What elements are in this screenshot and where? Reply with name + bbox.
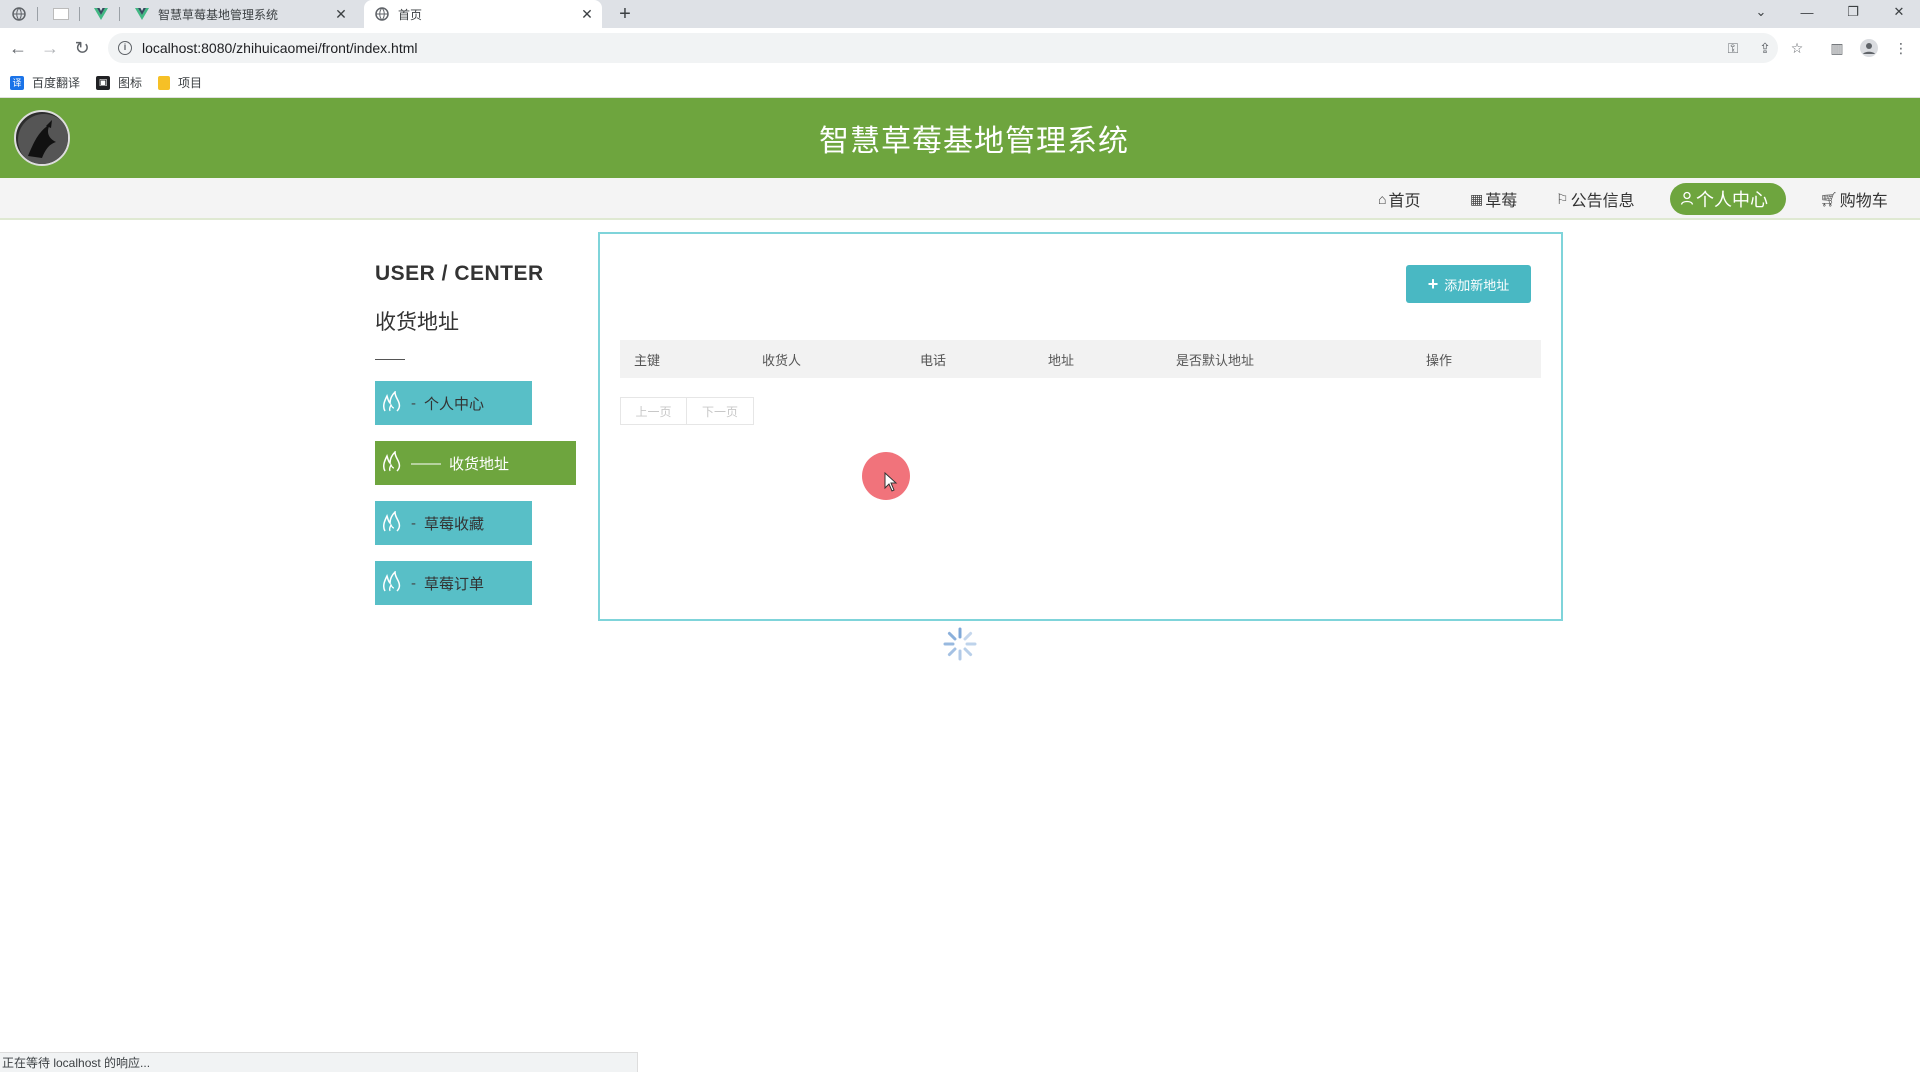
site-nav: ⌂ 首页 ▦ 草莓 ⚐ 公告信息 个人中心 🛒︎ 购物车: [0, 178, 1920, 220]
bookmark-label: 项目: [178, 76, 203, 90]
tab-title: 智慧草莓基地管理系统: [158, 7, 279, 22]
user-icon: [1680, 191, 1694, 208]
nav-label: 首页: [1388, 193, 1421, 210]
minimize-icon[interactable]: —: [1784, 0, 1830, 24]
next-page-button[interactable]: 下一页: [687, 397, 754, 425]
vue-icon: [135, 8, 149, 20]
side-panel-icon[interactable]: ▥: [1828, 39, 1846, 57]
profile-icon[interactable]: [1860, 39, 1878, 57]
tab-search-icon[interactable]: ⌄: [1738, 0, 1784, 24]
mouse-pointer-icon: [884, 472, 898, 492]
address-table-header: 主键 收货人 电话 地址 是否默认地址 操作: [620, 340, 1541, 378]
column-header-address: 地址: [1048, 352, 1075, 368]
nav-label: 购物车: [1839, 193, 1888, 210]
add-address-button[interactable]: + 添加新地址: [1406, 265, 1531, 303]
plus-icon: +: [1427, 273, 1439, 294]
nav-label: 个人中心: [1696, 190, 1768, 210]
nav-label: 草莓: [1485, 193, 1518, 210]
nav-item-cart[interactable]: 🛒︎ 购物车: [1816, 183, 1892, 215]
browser-tab-strip: 智慧草莓基地管理系统 ✕ 首页 ✕ + ⌄ — ❐ ✕: [0, 0, 1920, 28]
close-tab-icon[interactable]: ✕: [332, 5, 350, 23]
bookmark-icons[interactable]: ▣ 图标: [96, 74, 142, 91]
restore-icon[interactable]: ❐: [1830, 0, 1876, 24]
pagination: 上一页 下一页: [620, 397, 754, 425]
cursor-highlight: [862, 452, 910, 500]
sidebar-item-label: 个人中心: [424, 395, 485, 413]
bookmark-label: 图标: [118, 76, 143, 90]
flame-icon: [381, 451, 403, 475]
translate-icon: 译: [10, 75, 24, 90]
site-header: 智慧草莓基地管理系统: [0, 98, 1920, 178]
column-header-phone: 电话: [920, 352, 947, 368]
nav-label: 公告信息: [1570, 193, 1635, 210]
pinned-tab-globe[interactable]: [0, 0, 38, 28]
column-header-default: 是否默认地址: [1176, 352, 1255, 368]
sidebar-item-label: 收货地址: [449, 455, 510, 473]
tab-strawberry-system[interactable]: 智慧草莓基地管理系统 ✕: [124, 0, 356, 28]
grid-icon: ▦: [1470, 190, 1484, 207]
nav-item-home[interactable]: ⌂ 首页: [1374, 183, 1424, 215]
folder-icon: [158, 75, 171, 90]
pinned-tab-vue[interactable]: [82, 0, 120, 28]
close-tab-icon[interactable]: ✕: [578, 5, 596, 23]
cart-icon: 🛒︎: [1820, 190, 1838, 207]
loading-spinner-icon: [943, 627, 977, 661]
browser-toolbar: ← → ↻ i localhost:8080/zhihuicaomei/fron…: [0, 28, 1920, 68]
browser-status-bar: 正在等待 localhost 的响应...: [0, 1052, 638, 1072]
reload-icon[interactable]: ↻: [70, 36, 94, 60]
share-icon[interactable]: ⇪: [1756, 39, 1774, 57]
globe-icon: [12, 7, 26, 21]
bookmark-baidu-translate[interactable]: 译 百度翻译: [10, 74, 80, 91]
image-icon: ▣: [96, 75, 111, 90]
column-header-receiver: 收货人: [762, 352, 802, 368]
user-center-heading: USER / CENTER: [375, 262, 544, 285]
key-icon[interactable]: ⚿: [1724, 39, 1742, 57]
site-title: 智慧草莓基地管理系统: [819, 125, 1129, 158]
blank-page-icon: [53, 8, 69, 20]
bookmark-project-folder[interactable]: 项目: [158, 74, 202, 91]
nav-item-user-center[interactable]: 个人中心: [1670, 183, 1786, 215]
new-tab-button[interactable]: +: [612, 0, 638, 28]
sidebar-item-shipping-address[interactable]: —— 收货地址: [375, 441, 576, 485]
flame-icon: [381, 511, 403, 535]
tab-home[interactable]: 首页 ✕: [364, 0, 602, 28]
column-header-actions: 操作: [1426, 352, 1453, 368]
bookmarks-bar: 译 百度翻译 ▣ 图标 项目: [0, 68, 1920, 98]
address-url[interactable]: localhost:8080/zhihuicaomei/front/index.…: [142, 40, 418, 56]
heading-divider: [375, 359, 405, 360]
add-address-label: 添加新地址: [1444, 277, 1510, 293]
forward-icon[interactable]: →: [38, 36, 62, 60]
flag-icon: ⚐: [1556, 190, 1569, 207]
sidebar-item-label: 草莓订单: [424, 575, 485, 593]
sidebar-item-strawberry-favorites[interactable]: - 草莓收藏: [375, 501, 532, 545]
site-info-icon[interactable]: i: [118, 41, 132, 55]
pinned-tab-blank[interactable]: [42, 0, 80, 28]
more-menu-icon[interactable]: ⋮: [1892, 39, 1910, 57]
flame-icon: [381, 571, 403, 595]
user-center-subheading: 收货地址: [375, 311, 459, 334]
globe-icon: [375, 7, 389, 21]
prev-page-button[interactable]: 上一页: [620, 397, 687, 425]
nav-item-announcements[interactable]: ⚐ 公告信息: [1552, 183, 1639, 215]
bookmark-label: 百度翻译: [32, 76, 81, 90]
sidebar-item-user-center[interactable]: - 个人中心: [375, 381, 532, 425]
column-header-id: 主键: [634, 352, 661, 368]
close-window-icon[interactable]: ✕: [1876, 0, 1920, 24]
item-dash: -: [411, 394, 416, 412]
item-dash: -: [411, 514, 416, 532]
sidebar-item-label: 草莓收藏: [424, 515, 485, 533]
address-bar[interactable]: i localhost:8080/zhihuicaomei/front/inde…: [108, 33, 1778, 63]
flame-icon: [381, 391, 403, 415]
vue-icon: [94, 8, 108, 20]
back-icon[interactable]: ←: [6, 36, 30, 60]
home-icon: ⌂: [1378, 191, 1387, 207]
star-icon[interactable]: ☆: [1788, 39, 1806, 57]
sidebar-item-strawberry-orders[interactable]: - 草莓订单: [375, 561, 532, 605]
item-dash: -: [411, 574, 416, 592]
address-panel: + 添加新地址 主键 收货人 电话 地址 是否默认地址 操作 上一页 下一页: [598, 232, 1563, 621]
tab-title: 首页: [398, 7, 423, 22]
item-dash: ——: [411, 454, 441, 472]
nav-item-strawberry[interactable]: ▦ 草莓: [1466, 183, 1521, 215]
